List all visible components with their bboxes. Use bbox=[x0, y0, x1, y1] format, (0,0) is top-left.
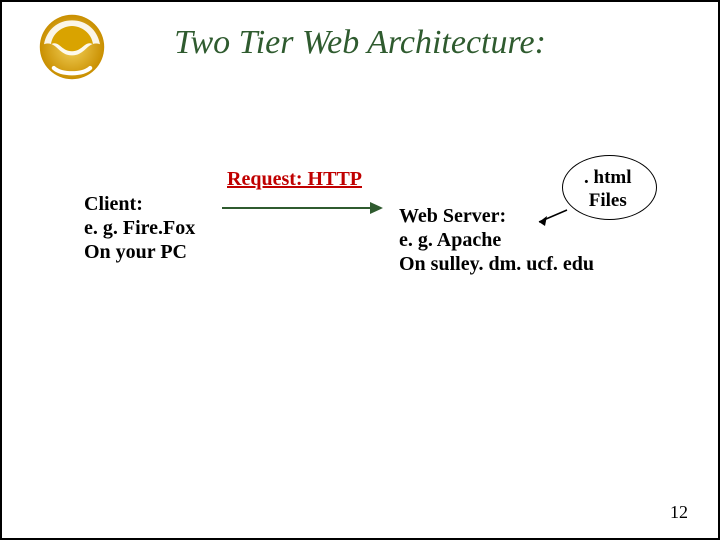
slide-title: Two Tier Web Architecture: bbox=[2, 24, 718, 62]
page-number: 12 bbox=[670, 502, 688, 523]
files-label: . html Files bbox=[584, 167, 632, 213]
files-connector-arrow bbox=[529, 208, 569, 230]
request-label: Request: HTTP bbox=[227, 167, 362, 191]
client-label: Client: e. g. Fire.Fox On your PC bbox=[84, 192, 195, 264]
request-arrow bbox=[220, 198, 385, 218]
slide-frame: Two Tier Web Architecture: Request: HTTP… bbox=[0, 0, 720, 540]
